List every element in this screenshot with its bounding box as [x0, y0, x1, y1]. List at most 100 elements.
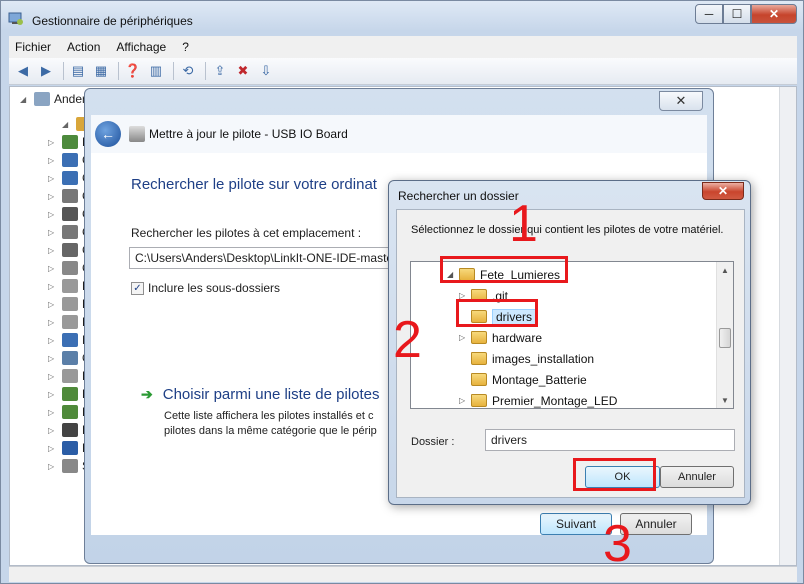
console-tree-icon[interactable]: ▤ [68, 62, 88, 80]
folder-label-text: images_installation [492, 351, 595, 366]
expand-icon[interactable]: ▷ [48, 174, 56, 183]
wizard-title: Mettre à jour le pilote - USB IO Board [149, 127, 348, 141]
toolbar-separator [205, 62, 206, 80]
expand-icon[interactable]: ▷ [48, 408, 56, 417]
toolbar-separator [173, 62, 174, 80]
folder-label-text: Montage_Batterie [492, 372, 587, 387]
collapse-icon[interactable]: ◢ [20, 95, 28, 104]
menu-action[interactable]: Action [61, 40, 106, 54]
processor-icon [62, 423, 78, 437]
speaker-icon [62, 459, 78, 473]
expand-icon[interactable]: ▷ [48, 444, 56, 453]
drive-icon [62, 279, 78, 293]
scroll-down-icon[interactable]: ▼ [721, 396, 729, 405]
menu-fichier[interactable]: Fichier [9, 40, 57, 54]
drive-icon [62, 297, 78, 311]
expand-icon[interactable]: ▷ [48, 210, 56, 219]
folder-expand-icon[interactable]: ▷ [459, 396, 469, 405]
folder-item[interactable]: images_installation [459, 349, 594, 368]
folder-item[interactable]: ▷ Premier_Montage_LED [459, 391, 618, 408]
computer-icon [34, 92, 50, 106]
expand-icon[interactable]: ▷ [48, 426, 56, 435]
folder-icon [471, 331, 487, 344]
expand-icon[interactable]: ▷ [48, 336, 56, 345]
expand-icon[interactable]: ▷ [48, 228, 56, 237]
toolbar-separator [118, 62, 119, 80]
scroll-thumb[interactable] [719, 328, 731, 348]
choose-from-list-description: Cette liste affichera les pilotes instal… [164, 410, 377, 437]
checkbox-mark[interactable]: ✓ [131, 281, 144, 295]
folder-expand-icon[interactable]: ▷ [459, 333, 469, 342]
green-arrow-icon: ➔ [141, 386, 153, 402]
browse-folder-dialog: Rechercher un dossier ✕ Sélectionnez le … [388, 180, 751, 505]
expand-icon[interactable]: ▷ [48, 264, 56, 273]
annotation-number-1: 1 [509, 195, 538, 253]
menu-help[interactable]: ? [176, 40, 195, 54]
scan-hardware-icon[interactable]: ⟲ [178, 62, 198, 80]
expand-icon[interactable]: ▷ [48, 282, 56, 291]
wizard-close-button[interactable]: ✕ [659, 91, 703, 111]
close-button[interactable]: ✕ [751, 4, 797, 24]
expand-icon[interactable]: ▷ [48, 192, 56, 201]
expand-icon[interactable]: ▷ [48, 372, 56, 381]
expand-icon[interactable]: ▷ [48, 300, 56, 309]
update-driver-icon[interactable]: ⇪ [210, 62, 230, 80]
device-icon [62, 387, 78, 401]
forward-icon[interactable]: ▶ [36, 62, 56, 80]
vertical-scrollbar[interactable] [779, 87, 796, 565]
usb-device-icon [129, 126, 145, 142]
tree-root-label: Ander [54, 92, 87, 106]
expand-icon[interactable]: ▷ [48, 246, 56, 255]
expand-icon[interactable]: ▷ [48, 138, 56, 147]
scroll-up-icon[interactable]: ▲ [721, 266, 729, 275]
wizard-back-button[interactable]: ← [95, 121, 121, 147]
battery-icon [62, 135, 78, 149]
back-icon[interactable]: ◀ [13, 62, 33, 80]
expand-icon[interactable]: ◢ [62, 120, 70, 129]
dialog-body: Sélectionnez le dossier qui contient les… [396, 209, 745, 498]
annotation-box-fete-lumieres [440, 256, 568, 283]
folder-item[interactable]: Montage_Batterie [459, 370, 587, 389]
port-icon [62, 243, 78, 257]
card-icon [62, 171, 78, 185]
next-button[interactable]: Suivant [540, 513, 612, 535]
annotation-number-3: 3 [603, 515, 632, 573]
properties-icon[interactable]: ▦ [91, 62, 111, 80]
dialog-cancel-button[interactable]: Annuler [660, 466, 734, 488]
minimize-button[interactable]: ─ [695, 4, 723, 24]
folder-icon [471, 352, 487, 365]
drive-icon [62, 315, 78, 329]
folder-input[interactable]: drivers [485, 429, 735, 451]
driver-path-input[interactable]: C:\Users\Anders\Desktop\LinkIt-ONE-IDE-m… [129, 247, 399, 269]
expand-icon[interactable]: ▷ [48, 318, 56, 327]
include-subfolders-checkbox[interactable]: ✓ Inclure les sous-dossiers [131, 281, 280, 295]
uninstall-icon[interactable]: ✖ [233, 62, 253, 80]
title-bar: Gestionnaire de périphériques ─ ☐ ✕ [1, 1, 803, 35]
expand-icon[interactable]: ▷ [48, 354, 56, 363]
expand-icon[interactable]: ▷ [48, 462, 56, 471]
choose-from-list-link[interactable]: ➔ Choisir parmi une liste de pilotes [141, 386, 380, 403]
folder-item[interactable]: ▷ hardware [459, 328, 542, 347]
dialog-close-button[interactable]: ✕ [702, 182, 744, 200]
disable-icon[interactable]: ⇩ [256, 62, 276, 80]
toolbar: ◀ ▶ ▤ ▦ ❓ ▥ ⟲ ⇪ ✖ ⇩ [9, 58, 797, 85]
bluetooth-icon [62, 441, 78, 455]
monitor-icon [62, 333, 78, 347]
expand-icon[interactable]: ▷ [48, 156, 56, 165]
include-subfolders-label: Inclure les sous-dossiers [148, 281, 281, 295]
choose-from-list-title[interactable]: Choisir parmi une liste de pilotes [163, 386, 380, 403]
folder-tree-scrollbar[interactable]: ▲ ▼ [716, 262, 733, 408]
dialog-title: Rechercher un dossier [398, 189, 519, 203]
maximize-button[interactable]: ☐ [723, 4, 751, 24]
help-icon[interactable]: ❓ [123, 62, 143, 80]
computer-icon [62, 351, 78, 365]
toolbar-separator [63, 62, 64, 80]
dialog-prompt: Sélectionnez le dossier qui contient les… [411, 224, 724, 236]
annotation-number-2: 2 [393, 311, 422, 369]
expand-icon[interactable]: ▷ [48, 390, 56, 399]
folder-label-text: Premier_Montage_LED [492, 393, 618, 408]
menu-affichage[interactable]: Affichage [110, 40, 172, 54]
folder-label: Dossier : [411, 436, 455, 448]
tree-root[interactable]: ◢ Ander [20, 92, 86, 106]
action-pane-icon[interactable]: ▥ [146, 62, 166, 80]
